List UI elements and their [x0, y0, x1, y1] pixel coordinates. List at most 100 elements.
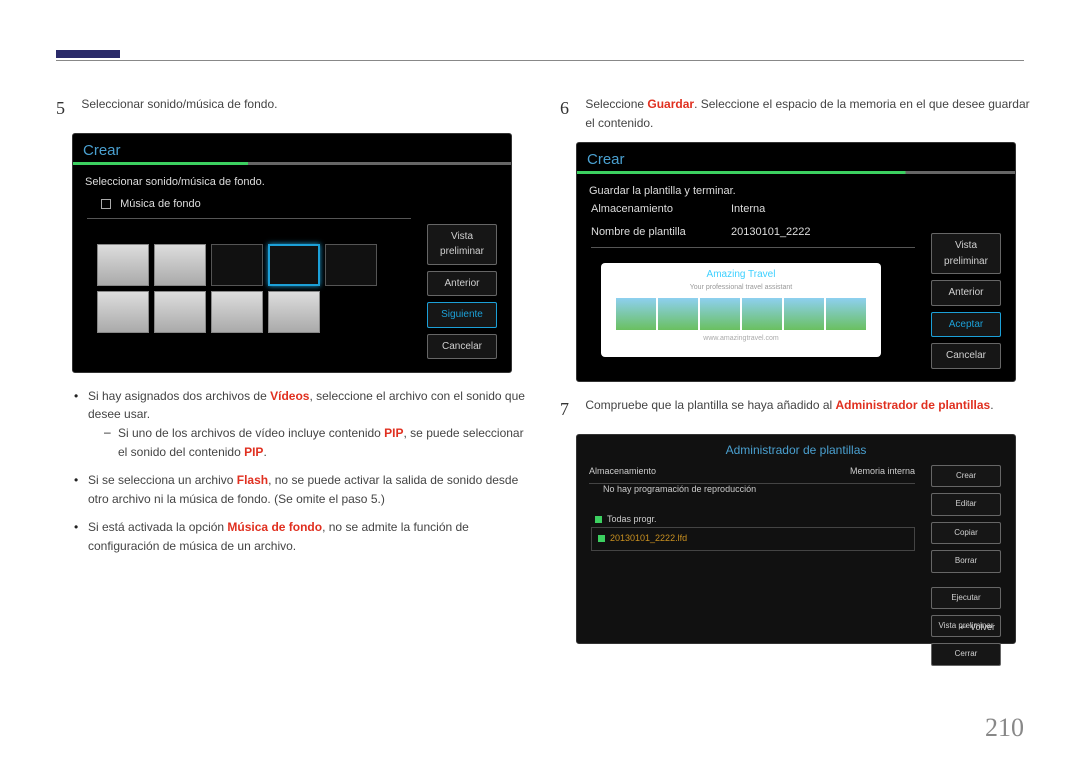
thumb[interactable]: [211, 291, 263, 333]
highlight: Vídeos: [270, 389, 309, 403]
step-5: 5 Seleccionar sonido/música de fondo.: [56, 95, 536, 123]
screenshot-step6: Crear Guardar la plantilla y terminar. A…: [576, 142, 1016, 382]
sub-note: Si uno de los archivos de vídeo incluye …: [104, 424, 536, 461]
preview-title: Amazing Travel: [707, 267, 776, 283]
field-row: Almacenamiento Interna: [591, 201, 811, 218]
screen-prompt: Seleccionar sonido/música de fondo.: [85, 174, 265, 191]
cancel-button[interactable]: Cancelar: [931, 343, 1001, 369]
marker-icon: [598, 535, 605, 542]
button-stack: Vista preliminar Anterior Siguiente Canc…: [427, 224, 497, 366]
text: Si uno de los archivos de vídeo incluye …: [118, 426, 384, 440]
screen-title: Crear: [83, 139, 121, 162]
progress-bar: [577, 171, 1015, 174]
thumb: [826, 298, 866, 330]
left-column: 5 Seleccionar sonido/música de fondo. Cr…: [56, 95, 536, 566]
screenshot-step7: Administrador de plantillas Almacenamien…: [576, 434, 1016, 644]
highlight: Administrador de plantillas: [836, 398, 991, 412]
run-button[interactable]: Ejecutar: [931, 587, 1001, 609]
thumb: [742, 298, 782, 330]
text: Seleccione: [585, 97, 647, 111]
thumb: [658, 298, 698, 330]
highlight: Música de fondo: [227, 520, 322, 534]
step-text: Compruebe que la plantilla se haya añadi…: [585, 396, 1035, 415]
next-button[interactable]: Siguiente: [427, 302, 497, 328]
field-value[interactable]: 20130101_2222: [731, 224, 811, 241]
col-label: Almacenamiento: [589, 465, 656, 479]
step-text: Seleccionar sonido/música de fondo.: [81, 95, 531, 114]
step-text: Seleccione Guardar. Seleccione el espaci…: [585, 95, 1035, 132]
cancel-button[interactable]: Cancelar: [427, 334, 497, 360]
side-buttons: Crear Editar Copiar Borrar Ejecutar Vist…: [931, 465, 1001, 672]
preview-subtitle: Your professional travel assistant: [690, 283, 792, 294]
highlight: Flash: [237, 473, 268, 487]
preview-button[interactable]: Vista preliminar: [427, 224, 497, 265]
divider: [87, 218, 411, 219]
note-item: Si se selecciona un archivo Flash, no se…: [74, 471, 536, 508]
progress-bar: [73, 162, 511, 165]
field-row: Nombre de plantilla 20130101_2222: [591, 224, 811, 241]
note-item: Si está activada la opción Música de fon…: [74, 518, 536, 555]
highlight: PIP: [244, 445, 263, 459]
step-number: 5: [56, 95, 78, 123]
thumb[interactable]: [268, 291, 320, 333]
preview-url: www.amazingtravel.com: [703, 334, 778, 345]
highlight: PIP: [384, 426, 403, 440]
divider: [591, 247, 915, 248]
label: Todas progr.: [607, 514, 657, 524]
step-7: 7 Compruebe que la plantilla se haya aña…: [560, 396, 1040, 424]
thumb[interactable]: [97, 244, 149, 286]
preview-button[interactable]: Vista preliminar: [931, 233, 1001, 274]
field-label: Nombre de plantilla: [591, 224, 731, 241]
screenshot-step5: Crear Seleccionar sonido/música de fondo…: [72, 133, 512, 373]
note-item: Si hay asignados dos archivos de Vídeos,…: [74, 387, 536, 461]
button-stack: Vista preliminar Anterior Aceptar Cancel…: [931, 233, 1001, 375]
thumb: [616, 298, 656, 330]
close-button[interactable]: Cerrar: [931, 643, 1001, 665]
status-text: No hay programación de reproducción: [603, 483, 756, 497]
page-number: 210: [985, 713, 1024, 743]
checkbox-icon[interactable]: [101, 199, 111, 209]
back-link[interactable]: ↩ Volver: [960, 621, 995, 635]
thumb-highlighted[interactable]: [268, 244, 320, 286]
delete-button[interactable]: Borrar: [931, 550, 1001, 572]
col-value: Memoria interna: [850, 465, 915, 479]
thumb: [784, 298, 824, 330]
screen-title: Crear: [587, 148, 625, 171]
notes-list: Si hay asignados dos archivos de Vídeos,…: [74, 387, 536, 556]
template-preview: Amazing Travel Your professional travel …: [601, 263, 881, 357]
checkbox-row[interactable]: Música de fondo: [101, 196, 201, 213]
highlight: Guardar: [647, 97, 694, 111]
form-fields: Almacenamiento Interna Nombre de plantil…: [591, 201, 811, 247]
right-column: 6 Seleccione Guardar. Seleccione el espa…: [560, 95, 1040, 644]
accept-button[interactable]: Aceptar: [931, 312, 1001, 338]
thumbnail-grid: [97, 244, 377, 333]
thumb[interactable]: [154, 291, 206, 333]
text: .: [263, 445, 266, 459]
create-button[interactable]: Crear: [931, 465, 1001, 487]
text: Si hay asignados dos archivos de: [88, 389, 270, 403]
edit-button[interactable]: Editar: [931, 493, 1001, 515]
file-row[interactable]: 20130101_2222.lfd: [591, 527, 915, 551]
previous-button[interactable]: Anterior: [427, 271, 497, 297]
thumb[interactable]: [325, 244, 377, 286]
step-6: 6 Seleccione Guardar. Seleccione el espa…: [560, 95, 1040, 132]
screen-title: Administrador de plantillas: [577, 441, 1015, 460]
horizontal-rule: [56, 60, 1024, 61]
field-value[interactable]: Interna: [731, 201, 765, 218]
screen-prompt: Guardar la plantilla y terminar.: [589, 183, 736, 200]
previous-button[interactable]: Anterior: [931, 280, 1001, 306]
accent-bar: [56, 50, 120, 58]
thumb[interactable]: [97, 291, 149, 333]
table-header: Almacenamiento Memoria interna: [589, 465, 915, 484]
thumb[interactable]: [154, 244, 206, 286]
text: .: [990, 398, 993, 412]
step-number: 6: [560, 95, 582, 123]
thumb-selected[interactable]: [211, 244, 263, 286]
marker-icon: [595, 516, 602, 523]
copy-button[interactable]: Copiar: [931, 522, 1001, 544]
text: Si se selecciona un archivo: [88, 473, 237, 487]
thumb: [700, 298, 740, 330]
text: Si está activada la opción: [88, 520, 227, 534]
category-row[interactable]: Todas progr.: [595, 513, 657, 527]
preview-thumbs: [616, 298, 866, 330]
